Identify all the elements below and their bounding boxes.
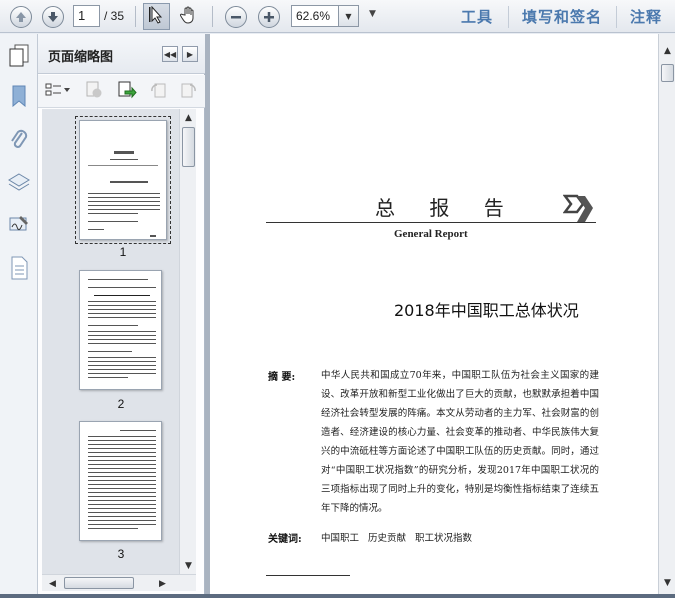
document-icon: [9, 256, 29, 283]
page-thumbnail-label: 1: [119, 245, 127, 259]
previous-page-button[interactable]: [8, 4, 33, 29]
chevron-down-icon: ▼: [345, 11, 352, 21]
zoom-out-icon: [224, 5, 247, 28]
select-cursor-icon: [148, 5, 165, 27]
report-logo-icon: [562, 194, 599, 227]
zoom-in-button[interactable]: [256, 4, 281, 29]
bookmarks-button[interactable]: [6, 84, 32, 110]
page-number-input[interactable]: 1: [73, 5, 100, 27]
comment-link[interactable]: 注释: [630, 6, 662, 27]
page-thumbnail-3[interactable]: [79, 421, 162, 541]
section-title: 总 报 告: [375, 196, 518, 220]
keywords-text: 中国职工 历史贡献 职工状况指数: [321, 533, 473, 544]
thumbnail-list: 1 2 3: [42, 109, 179, 574]
delete-page-icon: [85, 81, 103, 102]
chevron-right-icon: ▶: [186, 49, 194, 59]
next-page-button[interactable]: [40, 4, 65, 29]
scroll-right-icon[interactable]: ▶: [154, 575, 171, 592]
paperclip-icon: [9, 128, 29, 155]
expand-panel-button[interactable]: ▶: [182, 46, 198, 62]
select-tool-button[interactable]: [143, 3, 170, 30]
page-thumbnail-2[interactable]: [79, 270, 162, 390]
zoom-in-icon: [257, 5, 280, 28]
page-thumbnail-label: 2: [117, 397, 125, 411]
thumbnail-toolbar: [38, 75, 205, 108]
collapse-panel-button[interactable]: ◀◀: [162, 46, 178, 62]
abstract-label: 摘 要:: [268, 372, 296, 383]
section-subtitle: General Report: [394, 228, 468, 240]
layers-icon: [7, 171, 31, 196]
document-vertical-scrollbar[interactable]: ▲ ▼: [658, 34, 675, 594]
arrow-down-icon: [41, 5, 64, 28]
thumbnail-vertical-scrollbar[interactable]: ▲ ▼: [179, 109, 196, 574]
panel-header: 页面缩略图 ◀◀ ▶: [38, 34, 205, 74]
panel-title: 页面缩略图: [48, 50, 114, 65]
fill-sign-link[interactable]: 填写和签名: [522, 6, 602, 27]
delete-page-button[interactable]: [84, 81, 104, 101]
scroll-down-icon[interactable]: ▼: [659, 574, 675, 591]
toolbar-divider: [212, 6, 213, 27]
arrow-up-icon: [9, 5, 32, 28]
attachments-button[interactable]: [6, 128, 32, 154]
layers-button[interactable]: [6, 170, 32, 196]
document-page: 总 报 告 General Report 2018年中国职工总体状况 摘 要: …: [210, 34, 658, 594]
thumbnail-panel: 页面缩略图 ◀◀ ▶ 1 2 3 ▲ ▼ ◀ ▶: [38, 34, 205, 594]
page-total-label: / 35: [104, 9, 125, 23]
title-rule: [266, 222, 596, 223]
scrollbar-thumb[interactable]: [64, 577, 134, 589]
content-button[interactable]: [6, 256, 32, 282]
scroll-left-icon[interactable]: ◀: [44, 575, 61, 592]
pages-icon: [8, 44, 30, 71]
rotate-left-icon: [149, 81, 167, 102]
chevron-down-icon: ▼: [369, 9, 376, 19]
zoom-out-button[interactable]: [223, 4, 248, 29]
navigation-rail: [0, 34, 38, 594]
hand-icon: [179, 5, 199, 28]
rotate-left-button[interactable]: [148, 81, 168, 101]
scroll-up-icon[interactable]: ▲: [180, 109, 197, 126]
zoom-level-input[interactable]: 62.6%: [291, 5, 339, 27]
signatures-button[interactable]: [6, 212, 32, 238]
keywords-label: 关键词:: [268, 534, 302, 545]
rotate-right-icon: [180, 81, 198, 102]
insert-page-icon: [117, 80, 137, 103]
document-heading: 2018年中国职工总体状况: [394, 301, 579, 320]
options-menu-icon: [45, 82, 71, 101]
zoom-dropdown-button[interactable]: ▼: [339, 5, 359, 27]
thumbnail-horizontal-scrollbar[interactable]: ◀ ▶: [42, 574, 196, 591]
abstract-text: 中华人民共和国成立70年来，中国职工队伍为社会主义国家的建设、改革开放和新型工业…: [321, 370, 599, 514]
page-thumbnails-button[interactable]: [6, 44, 32, 70]
insert-page-button[interactable]: [117, 81, 137, 101]
scrollbar-thumb[interactable]: [182, 127, 195, 167]
toolbar-divider: [616, 6, 617, 28]
footnote-rule: [266, 575, 350, 576]
more-tools-dropdown[interactable]: ▼: [369, 9, 376, 19]
bookmark-icon: [10, 85, 28, 110]
double-chevron-left-icon: ◀◀: [163, 49, 177, 59]
hand-tool-button[interactable]: [176, 4, 201, 29]
page-thumbnail-label: 3: [117, 547, 125, 561]
toolbar-divider: [135, 6, 136, 27]
scrollbar-thumb[interactable]: [661, 64, 674, 82]
main-toolbar: 1 / 35 62.6% ▼ ▼ 工具 填写和签名 注释: [0, 0, 675, 33]
signature-icon: [7, 213, 31, 238]
status-strip: [0, 594, 675, 598]
scroll-up-icon[interactable]: ▲: [659, 42, 675, 59]
toolbar-divider: [508, 6, 509, 28]
tools-link[interactable]: 工具: [461, 6, 493, 27]
page-thumbnail-1[interactable]: [75, 116, 171, 244]
thumbnail-options-button[interactable]: [44, 81, 72, 101]
rotate-right-button[interactable]: [179, 81, 199, 101]
scroll-down-icon[interactable]: ▼: [180, 557, 197, 574]
